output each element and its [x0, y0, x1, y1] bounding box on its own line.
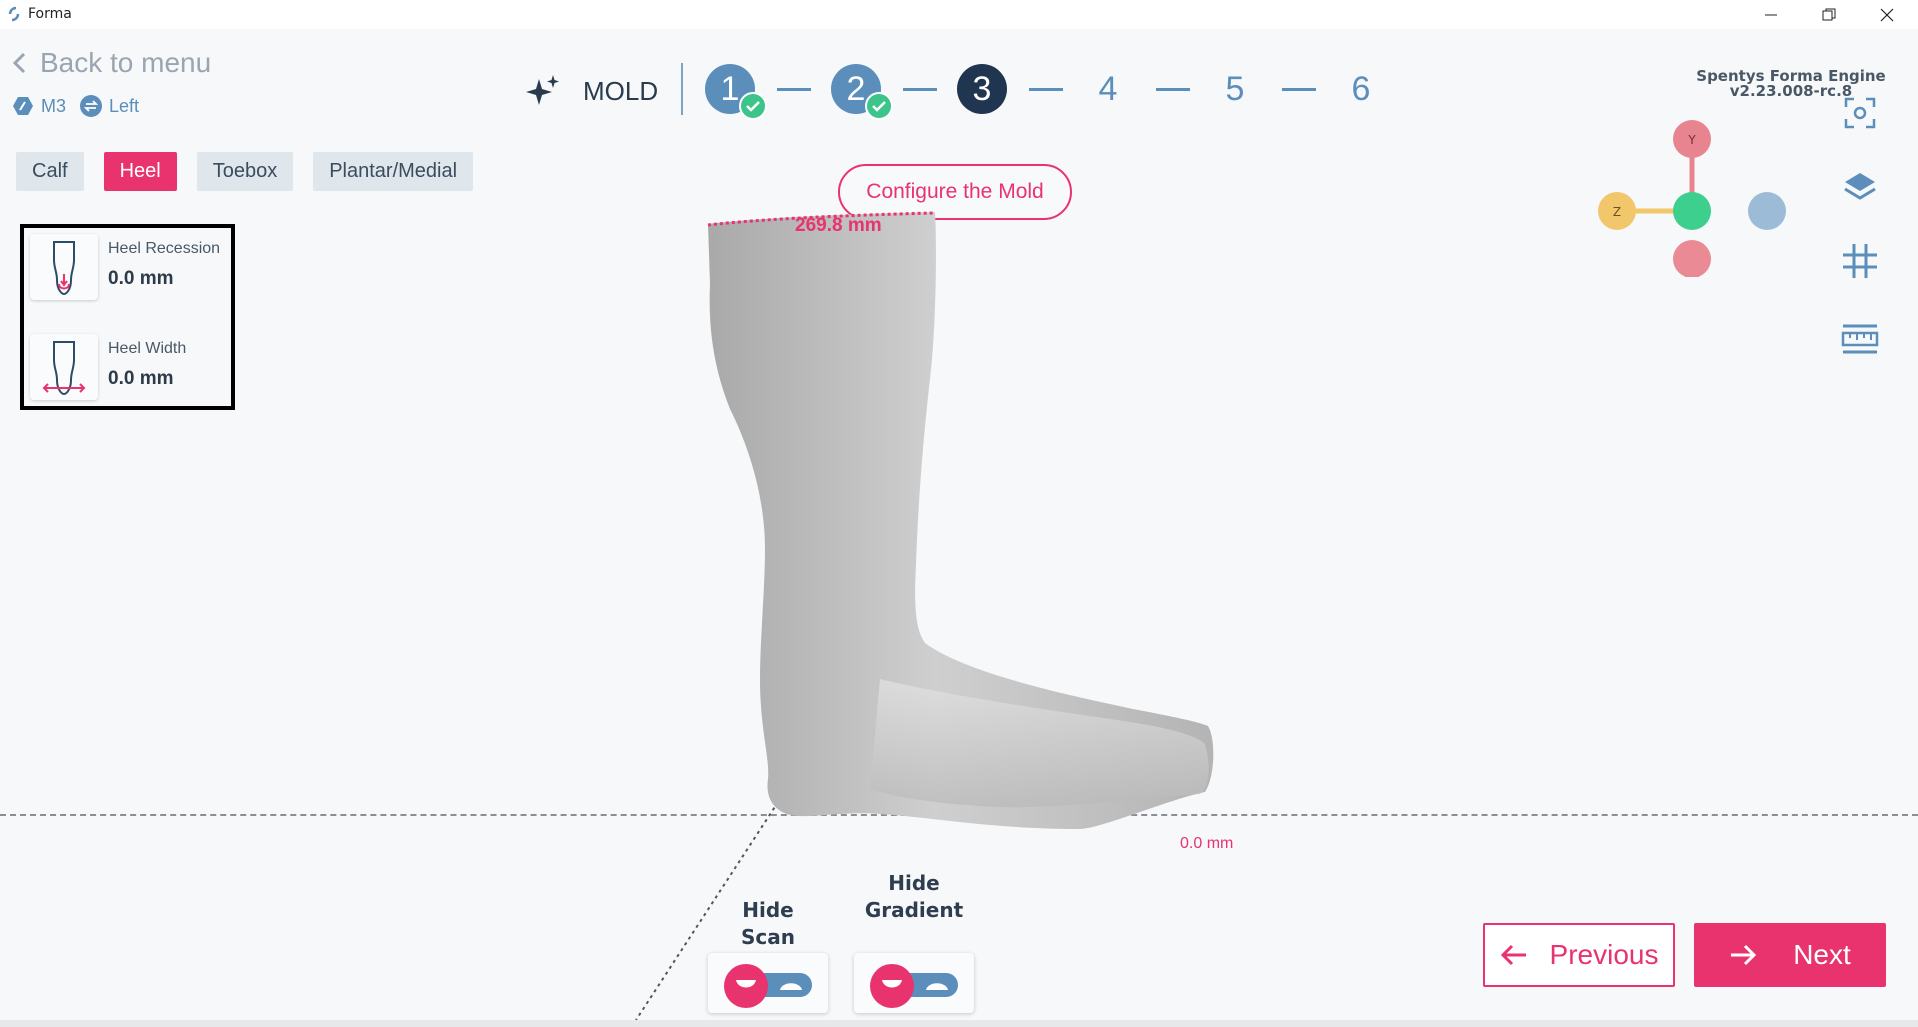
window-bottom-edge: [0, 1020, 1918, 1027]
hide-scan-toggle[interactable]: [708, 953, 828, 1013]
gradient-hidden-icon: [926, 983, 948, 990]
next-button[interactable]: Next: [1694, 923, 1886, 987]
hide-gradient-group: Hide Gradient: [858, 870, 970, 924]
window-title: Forma: [28, 6, 72, 22]
close-button[interactable]: [1858, 0, 1916, 29]
window-titlebar: Forma: [0, 0, 1918, 29]
scan-hidden-icon: [780, 983, 802, 990]
top-measure-label: 269.8 mm: [795, 215, 882, 236]
restore-button[interactable]: [1800, 0, 1858, 29]
bottom-measure-label: 0.0 mm: [1180, 835, 1234, 852]
app-main: Back to menu M3 Left Calf Heel Toebox Pl…: [0, 29, 1918, 1020]
previous-button[interactable]: Previous: [1483, 923, 1675, 987]
hide-gradient-label: Hide Gradient: [864, 871, 964, 922]
scan-visible-icon: [736, 980, 756, 988]
arrow-left-icon: [1500, 944, 1526, 966]
hide-scan-group: Hide Scan: [713, 897, 823, 951]
hide-gradient-toggle[interactable]: [854, 953, 974, 1013]
previous-label: Previous: [1549, 939, 1659, 970]
hide-gradient-knob: [870, 964, 914, 1008]
forma-logo-icon: [8, 6, 20, 22]
restore-icon: [1822, 8, 1836, 20]
hide-scan-label: Hide Scan: [741, 898, 795, 949]
next-label: Next: [1793, 939, 1851, 970]
close-icon: [1880, 8, 1894, 21]
arrow-right-icon: [1731, 944, 1757, 966]
minimize-button[interactable]: [1742, 0, 1800, 29]
gradient-visible-icon: [882, 980, 902, 988]
minimize-icon: [1765, 14, 1777, 15]
hide-scan-knob: [724, 964, 768, 1008]
